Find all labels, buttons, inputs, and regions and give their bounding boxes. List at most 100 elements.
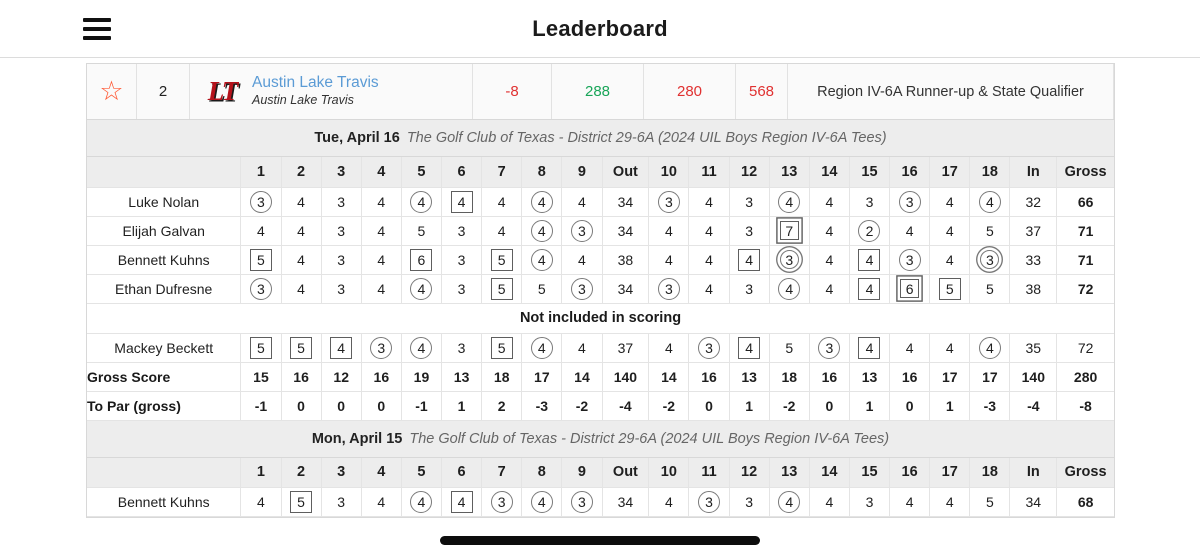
player-name-link[interactable]: Mackey Beckett <box>87 333 242 363</box>
column-header-9: 9 <box>561 457 603 488</box>
score-cell-9: 3 <box>561 274 603 304</box>
totals-value-8: 17 <box>521 362 563 392</box>
totals-value-18: 17 <box>969 362 1011 392</box>
totals-value-6: 1 <box>441 391 483 421</box>
totals-value-gross: 280 <box>1056 362 1114 392</box>
score-mark-square: 4 <box>330 336 353 359</box>
totals-value-13: -2 <box>769 391 810 421</box>
column-header-16: 16 <box>889 457 931 488</box>
player-name-link[interactable]: Bennett Kuhns <box>87 245 242 275</box>
team-rank: 2 <box>137 64 190 119</box>
totals-value-in: 140 <box>1009 362 1058 392</box>
player-name-link[interactable]: Elijah Galvan <box>87 216 242 246</box>
score-cell-10: 4 <box>648 216 690 246</box>
score-cell-4: 4 <box>361 245 402 275</box>
score-cell-4: 4 <box>361 487 402 517</box>
score-mark-circle: 3 <box>898 248 921 271</box>
table-row[interactable]: Luke Nolan 3 4 3 4 4 4 4 4 4 34 3 4 3 4 4 3 3 4 4 32 66 <box>87 187 1114 217</box>
player-name-link[interactable]: Bennett Kuhns <box>87 487 242 517</box>
score-cell-10: 3 <box>648 274 690 304</box>
totals-value-12: 13 <box>729 362 770 392</box>
column-header-7: 7 <box>481 457 523 488</box>
team-identity-cell[interactable]: LT Austin Lake Travis Austin Lake Travis <box>190 64 473 119</box>
leaderboard-scroll-area[interactable]: ☆ 2 LT Austin Lake Travis Austin Lake Tr… <box>0 59 1200 525</box>
column-header-11: 11 <box>688 157 730 188</box>
score-cell-16: 4 <box>889 487 931 517</box>
score-cell-14: 4 <box>809 187 850 217</box>
team-name-link[interactable]: Austin Lake Travis <box>252 74 379 92</box>
score-cell-14: 4 <box>809 487 850 517</box>
team-subtitle: Austin Lake Travis <box>252 93 354 108</box>
score-mark-square: 5 <box>249 248 272 271</box>
column-header-2: 2 <box>281 157 322 188</box>
score-cell-5: 5 <box>401 216 443 246</box>
score-cell-17: 4 <box>929 333 971 363</box>
player-name-link[interactable]: Luke Nolan <box>87 187 242 217</box>
score-cell-16: 3 <box>889 187 931 217</box>
table-row[interactable]: Mackey Beckett 5 5 4 3 4 3 5 4 4 37 4 3 4 5 3 4 4 4 4 35 72 <box>87 333 1114 363</box>
team-summary-row[interactable]: ☆ 2 LT Austin Lake Travis Austin Lake Tr… <box>87 64 1114 120</box>
score-cell-16: 4 <box>889 333 931 363</box>
score-cell-in: 34 <box>1009 487 1058 517</box>
score-mark-square: 5 <box>938 277 961 300</box>
column-header-15: 15 <box>849 457 891 488</box>
favorite-star-cell[interactable]: ☆ <box>87 64 137 119</box>
not-included-notice-row: Not included in scoring <box>87 303 1114 334</box>
player-name-link[interactable]: Ethan Dufresne <box>87 274 242 304</box>
score-cell-out: 37 <box>602 333 650 363</box>
totals-value-in: -4 <box>1009 391 1058 421</box>
table-row[interactable]: Elijah Galvan 4 4 3 4 5 3 4 4 3 34 4 4 3 7 4 2 4 4 5 37 71 <box>87 216 1114 246</box>
totals-value-15: 1 <box>849 391 891 421</box>
score-cell-14: 4 <box>809 216 850 246</box>
hamburger-menu-icon[interactable] <box>83 17 111 40</box>
score-mark-circle: 3 <box>249 190 272 213</box>
score-cell-out: 34 <box>602 216 650 246</box>
star-outline-icon[interactable]: ☆ <box>99 78 123 105</box>
score-cell-18: 3 <box>969 245 1011 275</box>
column-header-9: 9 <box>561 157 603 188</box>
score-mark-square: 6 <box>410 248 433 271</box>
score-cell-3: 3 <box>321 216 362 246</box>
score-mark-circle: 3 <box>249 277 272 300</box>
score-cell-18: 5 <box>969 216 1011 246</box>
column-header-out: Out <box>602 457 650 488</box>
score-cell-4: 4 <box>361 216 402 246</box>
score-cell-6: 3 <box>441 216 483 246</box>
score-cell-18: 5 <box>969 274 1011 304</box>
column-header-18: 18 <box>969 157 1011 188</box>
table-row[interactable]: Bennett Kuhns 5 4 3 4 6 3 5 4 4 38 4 4 4 3 4 4 3 4 3 33 71 <box>87 245 1114 275</box>
column-header-7: 7 <box>481 157 523 188</box>
score-cell-9: 3 <box>561 487 603 517</box>
totals-value-9: -2 <box>561 391 603 421</box>
column-header-out: Out <box>602 157 650 188</box>
table-row[interactable]: Ethan Dufresne 3 4 3 4 4 3 5 5 3 34 3 4 3 4 4 4 6 5 5 38 72 <box>87 274 1114 304</box>
scorecard-header-row: 1 2 3 4 5 6 7 8 9 Out 10 11 12 13 14 15 16 17 18 In Gross <box>87 457 1114 488</box>
column-header-5: 5 <box>401 157 443 188</box>
score-cell-3: 3 <box>321 187 362 217</box>
totals-label: Gross Score <box>87 362 242 392</box>
score-cell-4: 4 <box>361 187 402 217</box>
table-row[interactable]: Bennett Kuhns 4 5 3 4 4 4 3 4 3 34 4 3 3 4 4 3 4 4 5 34 68 <box>87 487 1114 517</box>
score-mark-square: 4 <box>858 277 881 300</box>
score-cell-in: 33 <box>1009 245 1058 275</box>
score-cell-2: 4 <box>281 274 322 304</box>
score-mark-square: 5 <box>490 277 513 300</box>
score-cell-gross: 71 <box>1056 245 1114 275</box>
score-cell-3: 3 <box>321 487 362 517</box>
totals-value-gross: -8 <box>1056 391 1114 421</box>
column-header-in: In <box>1009 157 1058 188</box>
team-to-par: -8 <box>473 64 552 119</box>
score-cell-in: 35 <box>1009 333 1058 363</box>
score-cell-1: 5 <box>240 245 282 275</box>
score-cell-10: 4 <box>648 333 690 363</box>
column-header-15: 15 <box>849 157 891 188</box>
score-cell-12: 4 <box>729 333 770 363</box>
score-cell-10: 3 <box>648 187 690 217</box>
score-cell-17: 4 <box>929 216 971 246</box>
score-cell-15: 2 <box>849 216 891 246</box>
column-header-10: 10 <box>648 457 690 488</box>
leaderboard-page: Leaderboard ☆ 2 LT Austin Lake Travis Au… <box>0 0 1200 554</box>
score-cell-5: 4 <box>401 187 443 217</box>
score-cell-6: 3 <box>441 245 483 275</box>
score-cell-gross: 71 <box>1056 216 1114 246</box>
